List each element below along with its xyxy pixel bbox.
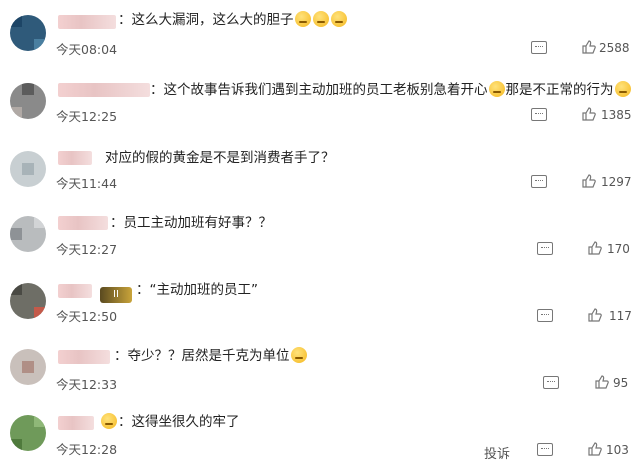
comment-text: ：员工主动加班有好事？？	[110, 215, 272, 231]
thumbs-up-icon[interactable]	[595, 375, 609, 389]
like-count: 95	[613, 376, 629, 390]
avatar[interactable]	[10, 83, 46, 119]
username[interactable]	[58, 350, 110, 364]
comment-text: II ：“主动加班的员工”	[100, 280, 258, 303]
comment-icon[interactable]	[537, 443, 553, 456]
comment-item: ：这个故事告诉我们遇到主动加班的员工老板别急着开心 那是不正常的行为 今天12:2…	[0, 80, 640, 124]
username[interactable]	[58, 151, 92, 165]
avatar[interactable]	[10, 216, 46, 252]
comment-text: ：夺少？？居然是千克为单位	[114, 346, 308, 366]
comment-icon[interactable]	[531, 108, 547, 121]
avatar[interactable]	[10, 283, 46, 319]
comment-item: ：这得坐很久的牢了 今天12:28 103	[0, 412, 640, 457]
username[interactable]	[58, 284, 92, 298]
emoji-icon	[488, 81, 505, 97]
avatar[interactable]	[10, 151, 46, 187]
comment-text: ：这个故事告诉我们遇到主动加班的员工老板别急着开心 那是不正常的行为	[150, 80, 632, 100]
comment-icon[interactable]	[543, 376, 559, 389]
comment-item: ：夺少？？居然是千克为单位 今天12:33 95	[0, 346, 640, 392]
timestamp: 今天11:44	[56, 176, 118, 191]
emoji-icon	[294, 11, 311, 27]
username[interactable]	[58, 15, 116, 29]
timestamp: 今天12:50	[56, 309, 118, 324]
thumbs-up-icon[interactable]	[582, 40, 596, 54]
timestamp: 今天08:04	[56, 42, 118, 57]
username[interactable]	[58, 83, 150, 97]
like-count: 170	[607, 242, 630, 256]
comment-icon[interactable]	[531, 41, 547, 54]
avatar[interactable]	[10, 15, 46, 51]
like-count: 1297	[601, 175, 632, 189]
thumbs-up-icon[interactable]	[588, 308, 602, 322]
emoji-icon	[614, 81, 631, 97]
timestamp: 今天12:27	[56, 242, 118, 257]
comment-icon[interactable]	[531, 175, 547, 188]
timestamp: 今天12:28	[56, 442, 118, 457]
comment-icon[interactable]	[537, 242, 553, 255]
username[interactable]	[58, 216, 108, 230]
comment-item: 对应的假的黄金是不是到消费者手了？ 今天11:44 1297	[0, 150, 640, 191]
thumbs-up-icon[interactable]	[582, 107, 596, 121]
thumbs-up-icon[interactable]	[582, 174, 596, 188]
comment-text: ：这得坐很久的牢了	[100, 412, 240, 432]
like-count: 117	[609, 309, 632, 323]
like-count: 1385	[601, 108, 632, 122]
emoji-icon	[101, 413, 117, 429]
comment-icon[interactable]	[537, 309, 553, 322]
comment-item: ：这么大漏洞，这么大的胆子 今天08:04 2588	[0, 10, 640, 57]
timestamp: 今天12:25	[56, 109, 118, 124]
emoji-icon	[290, 347, 307, 363]
report-button[interactable]: 投诉	[484, 443, 510, 462]
avatar[interactable]	[10, 415, 46, 451]
comment-item: ：员工主动加班有好事？？ 今天12:27 170	[0, 215, 640, 257]
timestamp: 今天12:33	[56, 377, 118, 392]
member-badge: II	[100, 287, 132, 303]
emoji-icon	[330, 11, 347, 27]
username[interactable]	[58, 416, 94, 430]
emoji-icon	[312, 11, 329, 27]
comment-text: 对应的假的黄金是不是到消费者手了？	[105, 150, 335, 166]
thumbs-up-icon[interactable]	[588, 442, 602, 456]
comment-item: II ：“主动加班的员工” 今天12:50 117	[0, 280, 640, 324]
like-count: 103	[606, 443, 629, 457]
thumbs-up-icon[interactable]	[588, 241, 602, 255]
comment-text: ：这么大漏洞，这么大的胆子	[118, 10, 348, 30]
like-count: 2588	[599, 41, 630, 55]
avatar[interactable]	[10, 349, 46, 385]
